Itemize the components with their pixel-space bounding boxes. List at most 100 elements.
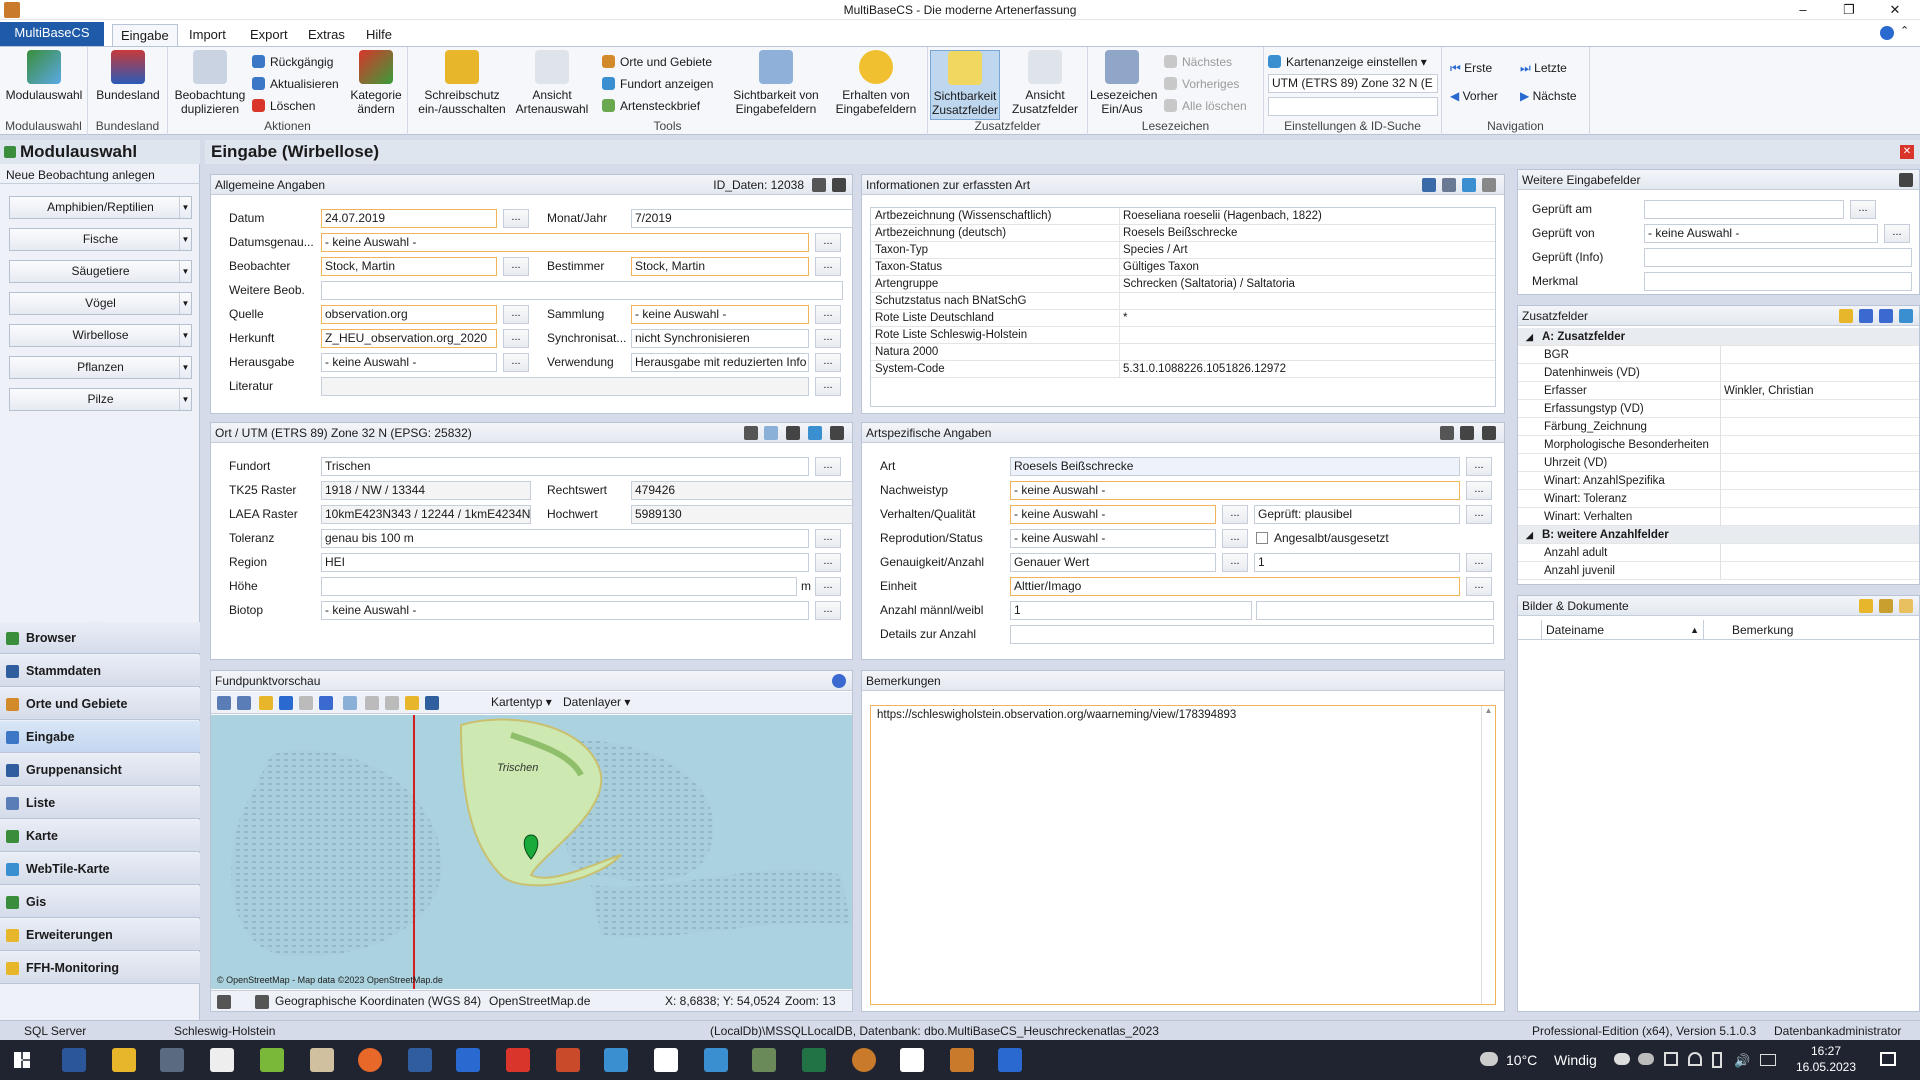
quelle-input[interactable]: observation.org [321,305,497,324]
grid-icon[interactable] [405,696,419,710]
save-icon[interactable] [425,696,439,710]
anzahl-input[interactable]: 1 [1254,553,1460,572]
folder-icon[interactable] [1859,599,1873,613]
alle-loeschen-button[interactable]: Alle löschen [1164,97,1247,115]
globe-icon[interactable] [808,426,822,440]
anzahl-button[interactable]: ... [1466,553,1492,572]
acrobat-icon[interactable] [506,1048,530,1072]
clock[interactable]: 16:27 16.05.2023 [1790,1043,1862,1075]
zusatz-row[interactable]: Morphologische Besonderheiten [1518,436,1919,454]
biotop-button[interactable]: ... [815,601,841,620]
group-button-saeugetiere[interactable]: Säugetiere ▼ [9,260,192,283]
globe-icon[interactable] [319,696,333,710]
tab-import[interactable]: Import [181,24,234,46]
app-icon[interactable] [704,1048,728,1072]
zusatz-group-header[interactable]: ◢ B: weitere Anzahlfelder [1518,526,1919,544]
tab-export[interactable]: Export [242,24,296,46]
print-icon[interactable] [1442,178,1456,192]
hoehe-input[interactable] [321,577,797,596]
wifi-icon[interactable] [1688,1052,1702,1066]
group-button-pflanzen[interactable]: Pflanzen ▼ [9,356,192,379]
geprueft-am-input[interactable] [1644,200,1844,219]
powerpoint-icon[interactable] [556,1048,580,1072]
herausgabe-button[interactable]: ... [503,353,529,372]
maximize-button[interactable]: ❐ [1826,0,1872,20]
grid-icon[interactable] [744,426,758,440]
geprueft-von-select[interactable]: - keine Auswahl - [1644,224,1878,243]
zusatz-row[interactable]: Winart: Verhalten [1518,508,1919,526]
verwendung-button[interactable]: ... [815,353,841,372]
zusatz-row[interactable]: Winart: Toleranz [1518,490,1919,508]
einheit-button[interactable]: ... [1466,577,1492,596]
anzahl-maennlich-input[interactable]: 1 [1010,601,1252,620]
herkunft-input[interactable]: Z_HEU_observation.org_2020 [321,329,497,348]
back-icon[interactable] [279,696,293,710]
document-icon[interactable] [654,1048,678,1072]
sammlung-button[interactable]: ... [815,305,841,324]
beobachter-input[interactable]: Stock, Martin [321,257,497,276]
grid-icon[interactable] [1859,309,1873,323]
notepad-icon[interactable] [900,1048,924,1072]
zoom-out-icon[interactable] [237,696,251,710]
zusatz-row[interactable]: Winart: AnzahlSpezifika [1518,472,1919,490]
explorer-icon[interactable] [112,1048,136,1072]
eraser-icon[interactable] [1879,599,1893,613]
quelle-button[interactable]: ... [503,305,529,324]
bundesland-button[interactable]: Bundesland [90,50,166,102]
column-dateiname[interactable]: Dateiname ▲ [1546,620,1704,640]
loeschen-button[interactable]: Löschen [252,97,315,115]
crosshair-icon[interactable] [764,426,778,440]
artensteckbrief-button[interactable]: Artensteckbrief [602,97,700,115]
word-icon[interactable] [62,1048,86,1072]
zusatz-row[interactable]: Anzahl adult [1518,544,1919,562]
group-button-wirbellose[interactable]: Wirbellose ▼ [9,324,192,347]
globe-icon[interactable] [1462,178,1476,192]
geprueft-am-button[interactable]: ... [1850,200,1876,219]
group-button-fische[interactable]: Fische ▼ [9,228,192,251]
reproduktion-select[interactable]: - keine Auswahl - [1010,529,1216,548]
beobachter-button[interactable]: ... [503,257,529,276]
nav-eingabe[interactable]: Eingabe [0,721,200,753]
tab-multibasecs[interactable]: MultiBaseCS [0,22,104,46]
textarea-scrollbar[interactable]: ▲ [1481,706,1495,1004]
zusatz-row[interactable]: Datenhinweis (VD) [1518,364,1919,382]
vorher-button[interactable]: ◀ Vorher [1450,87,1498,105]
genauigkeit-button[interactable]: ... [1222,553,1248,572]
fundort-anzeigen-button[interactable]: Fundort anzeigen [602,75,713,93]
toleranz-select[interactable]: genau bis 100 m [321,529,809,548]
kartenanzeige-button[interactable]: Kartenanzeige einstellen ▾ [1268,53,1427,71]
bestimmer-button[interactable]: ... [815,257,841,276]
aktualisieren-button[interactable]: Aktualisieren [252,75,339,93]
inkscape-icon[interactable] [210,1048,234,1072]
excel-icon[interactable] [802,1048,826,1072]
pin-icon[interactable] [385,696,399,710]
column-bemerkung[interactable]: Bemerkung [1732,620,1793,640]
onedrive-icon[interactable] [1638,1053,1654,1065]
network-icon[interactable] [1664,1052,1678,1066]
rueckgaengig-button[interactable]: Rückgängig [252,53,333,71]
sammlung-select[interactable]: - keine Auswahl - [631,305,809,324]
merkmal-input[interactable] [1644,272,1912,291]
form-icon[interactable] [1482,426,1496,440]
refresh-icon[interactable] [343,696,357,710]
map-view[interactable]: Trischen © OpenStreetMap - Map data ©202… [211,715,852,989]
app-icon[interactable] [852,1048,876,1072]
genauigkeit-select[interactable]: Genauer Wert [1010,553,1216,572]
tab-eingabe[interactable]: Eingabe [112,24,178,46]
sichtbarkeit-eingabefelder-button[interactable]: Sichtbarkeit von Eingabefeldern [726,50,826,116]
vorheriges-button[interactable]: Vorheriges [1164,75,1239,93]
document-icon[interactable] [1899,599,1913,613]
new-observation-link[interactable]: Neue Beobachtung anlegen [0,166,200,184]
edit-icon[interactable] [1839,309,1853,323]
nav-orte-gebiete[interactable]: Orte und Gebiete [0,688,200,720]
nav-gis[interactable]: Gis [0,886,200,918]
layers-icon[interactable] [812,178,826,192]
calculator-icon[interactable] [160,1048,184,1072]
fundort-button[interactable]: ... [815,457,841,476]
nachweistyp-button[interactable]: ... [1466,481,1492,500]
reproduktion-button[interactable]: ... [1222,529,1248,548]
zusatz-row[interactable]: Färbung_Zeichnung [1518,418,1919,436]
windows-start-icon[interactable] [14,1052,30,1068]
collapse-ribbon-icon[interactable]: ⌃ [1900,24,1909,37]
details-anzahl-input[interactable] [1010,625,1494,644]
